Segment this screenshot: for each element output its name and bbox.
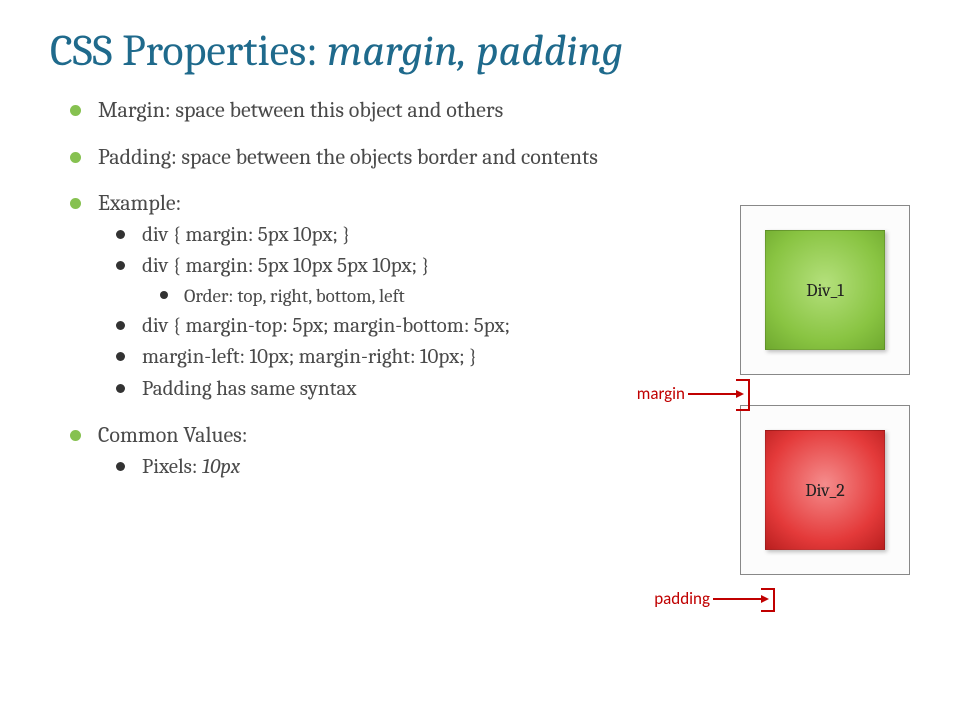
margin-callout-label: margin bbox=[637, 383, 685, 404]
div1-outer: Div_1 bbox=[740, 205, 910, 375]
bracket-icon bbox=[736, 379, 750, 411]
padding-callout-label: padding bbox=[654, 588, 710, 609]
bullet-margin: Margin: space between this object and ot… bbox=[70, 96, 910, 125]
bullet-padding: Padding: space between the objects borde… bbox=[70, 143, 910, 172]
div1-inner: Div_1 bbox=[765, 230, 885, 350]
arrow-line-icon bbox=[688, 393, 736, 395]
box-model-diagram: Div_1 Div_2 bbox=[740, 205, 930, 575]
bullet-example-label: Example: bbox=[98, 190, 181, 216]
div1-label: Div_1 bbox=[806, 280, 844, 301]
title-prefix: CSS Properties: bbox=[50, 25, 327, 76]
slide-title: CSS Properties: margin, padding bbox=[0, 0, 960, 96]
arrow-line-icon bbox=[713, 598, 761, 600]
div2-label: Div_2 bbox=[805, 480, 845, 501]
div2-outer: Div_2 bbox=[740, 405, 910, 575]
common-values-label: Common Values: bbox=[98, 422, 248, 448]
title-italic: margin, padding bbox=[327, 25, 623, 76]
div2-inner: Div_2 bbox=[765, 430, 885, 550]
bracket-icon bbox=[761, 588, 775, 612]
